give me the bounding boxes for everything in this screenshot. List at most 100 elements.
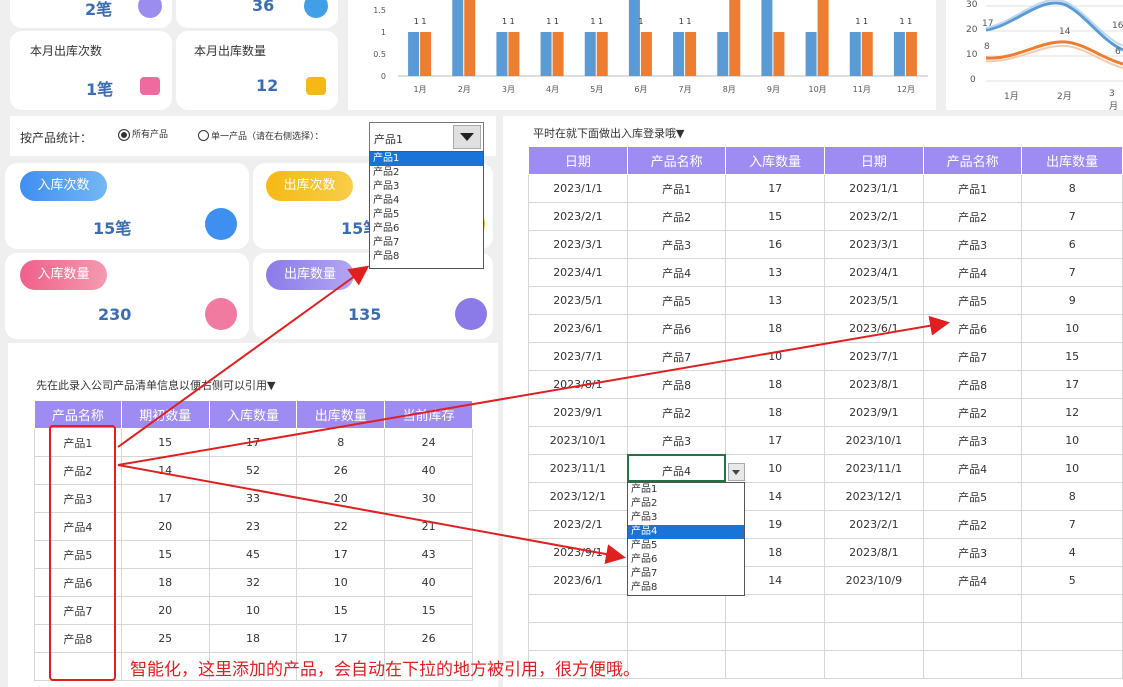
- records-cell[interactable]: 8: [1021, 174, 1123, 203]
- records-cell-empty[interactable]: [725, 594, 825, 623]
- records-cell[interactable]: 2023/9/1: [528, 538, 628, 567]
- select-arrow-button[interactable]: [453, 125, 481, 149]
- records-cell[interactable]: 产品2: [922, 510, 1023, 539]
- records-cell[interactable]: 产品3: [626, 230, 727, 259]
- records-cell[interactable]: 4: [1021, 538, 1123, 567]
- records-cell[interactable]: 10: [1021, 426, 1123, 455]
- records-cell[interactable]: 2023/8/1: [823, 370, 924, 399]
- product-select-option[interactable]: 产品1: [370, 152, 483, 166]
- records-cell[interactable]: 2023/7/1: [528, 342, 628, 371]
- records-cell[interactable]: 2023/6/1: [528, 566, 628, 595]
- cell-dropdown-option[interactable]: 产品7: [628, 567, 744, 581]
- product-select-option[interactable]: 产品6: [370, 222, 483, 236]
- records-cell[interactable]: 15: [1021, 342, 1123, 371]
- records-cell[interactable]: 产品1: [922, 174, 1023, 203]
- records-cell[interactable]: 10: [1021, 314, 1123, 343]
- records-cell-empty[interactable]: [1021, 594, 1123, 623]
- records-cell[interactable]: 2023/3/1: [823, 230, 924, 259]
- records-cell[interactable]: 产品4: [922, 566, 1023, 595]
- records-cell[interactable]: 10: [1021, 454, 1123, 483]
- records-cell[interactable]: 2023/6/1: [823, 314, 924, 343]
- product-cell[interactable]: 40: [384, 568, 473, 597]
- product-cell[interactable]: 14: [120, 456, 210, 485]
- records-cell[interactable]: 18: [725, 314, 825, 343]
- records-cell[interactable]: 17: [725, 426, 825, 455]
- records-cell[interactable]: 2023/9/1: [528, 398, 628, 427]
- records-cell-empty[interactable]: [528, 594, 628, 623]
- records-cell-empty[interactable]: [922, 594, 1023, 623]
- product-cell[interactable]: 10: [208, 596, 298, 625]
- records-cell[interactable]: 2023/12/1: [528, 482, 628, 511]
- records-cell[interactable]: 2023/4/1: [823, 258, 924, 287]
- records-cell[interactable]: 10: [725, 342, 825, 371]
- records-cell[interactable]: 5: [1021, 566, 1123, 595]
- records-cell[interactable]: 产品7: [922, 342, 1023, 371]
- records-cell[interactable]: 产品5: [922, 482, 1023, 511]
- records-cell[interactable]: 7: [1021, 510, 1123, 539]
- records-cell[interactable]: 2023/1/1: [528, 174, 628, 203]
- cell-dropdown-option[interactable]: 产品4: [628, 525, 744, 539]
- records-cell[interactable]: 2023/4/1: [528, 258, 628, 287]
- product-select-option[interactable]: 产品5: [370, 208, 483, 222]
- product-cell[interactable]: 21: [384, 512, 473, 541]
- records-cell[interactable]: 2023/9/1: [823, 398, 924, 427]
- records-cell-empty[interactable]: [626, 650, 727, 679]
- records-cell[interactable]: 2023/5/1: [528, 286, 628, 315]
- records-cell-empty[interactable]: [626, 622, 727, 651]
- product-cell[interactable]: 40: [384, 456, 473, 485]
- records-cell[interactable]: 产品6: [922, 314, 1023, 343]
- records-cell[interactable]: 2023/12/1: [823, 482, 924, 511]
- product-cell[interactable]: 18: [208, 624, 298, 653]
- records-cell[interactable]: 产品2: [626, 202, 727, 231]
- records-cell[interactable]: 8: [1021, 482, 1123, 511]
- records-cell[interactable]: 产品3: [922, 426, 1023, 455]
- records-cell[interactable]: 产品5: [626, 286, 727, 315]
- records-cell[interactable]: 产品3: [922, 230, 1023, 259]
- product-cell[interactable]: 17: [296, 624, 386, 653]
- records-cell[interactable]: 2023/8/1: [823, 538, 924, 567]
- records-cell[interactable]: 2023/5/1: [823, 286, 924, 315]
- records-cell[interactable]: 7: [1021, 258, 1123, 287]
- records-cell[interactable]: 产品5: [922, 286, 1023, 315]
- product-select-option[interactable]: 产品8: [370, 250, 483, 264]
- product-cell[interactable]: 17: [120, 484, 210, 513]
- cell-dropdown-option[interactable]: 产品3: [628, 511, 744, 525]
- cell-dropdown-option[interactable]: 产品2: [628, 497, 744, 511]
- product-cell[interactable]: 15: [120, 540, 210, 569]
- records-cell[interactable]: 产品7: [626, 342, 727, 371]
- records-cell[interactable]: 2023/10/1: [528, 426, 628, 455]
- records-cell[interactable]: 2023/8/1: [528, 370, 628, 399]
- records-cell[interactable]: 2023/1/1: [823, 174, 924, 203]
- records-cell[interactable]: 13: [725, 258, 825, 287]
- records-cell[interactable]: 2023/10/9: [823, 566, 924, 595]
- cell-dropdown-list[interactable]: 产品1 产品2 产品3 产品4 产品5 产品6 产品7 产品8: [627, 482, 745, 596]
- product-cell[interactable]: 26: [296, 456, 386, 485]
- records-cell[interactable]: 17: [1021, 370, 1123, 399]
- records-cell[interactable]: 16: [725, 230, 825, 259]
- records-cell-empty[interactable]: [725, 650, 825, 679]
- product-cell[interactable]: 23: [208, 512, 298, 541]
- records-cell[interactable]: 产品6: [626, 314, 727, 343]
- radio-single[interactable]: [198, 130, 209, 141]
- records-cell[interactable]: 2023/2/1: [823, 202, 924, 231]
- records-cell[interactable]: 产品8: [626, 370, 727, 399]
- records-cell[interactable]: 2023/2/1: [528, 510, 628, 539]
- cell-dropdown[interactable]: 产品4: [627, 454, 726, 482]
- records-cell[interactable]: 6: [1021, 230, 1123, 259]
- records-cell[interactable]: 9: [1021, 286, 1123, 315]
- records-cell[interactable]: 产品3: [626, 426, 727, 455]
- product-cell[interactable]: 20: [120, 512, 210, 541]
- records-cell[interactable]: 15: [725, 202, 825, 231]
- product-cell[interactable]: 18: [120, 568, 210, 597]
- product-cell[interactable]: 15: [384, 596, 473, 625]
- cell-dropdown-option[interactable]: 产品5: [628, 539, 744, 553]
- product-select-option[interactable]: 产品3: [370, 180, 483, 194]
- records-cell-empty[interactable]: [725, 622, 825, 651]
- records-cell-empty[interactable]: [922, 622, 1023, 651]
- records-cell-empty[interactable]: [823, 650, 924, 679]
- product-select-list[interactable]: 产品1 产品2 产品3 产品4 产品5 产品6 产品7 产品8: [369, 151, 484, 269]
- records-cell[interactable]: 13: [725, 286, 825, 315]
- cell-dropdown-option[interactable]: 产品6: [628, 553, 744, 567]
- product-cell[interactable]: 30: [384, 484, 473, 513]
- product-select-option[interactable]: 产品4: [370, 194, 483, 208]
